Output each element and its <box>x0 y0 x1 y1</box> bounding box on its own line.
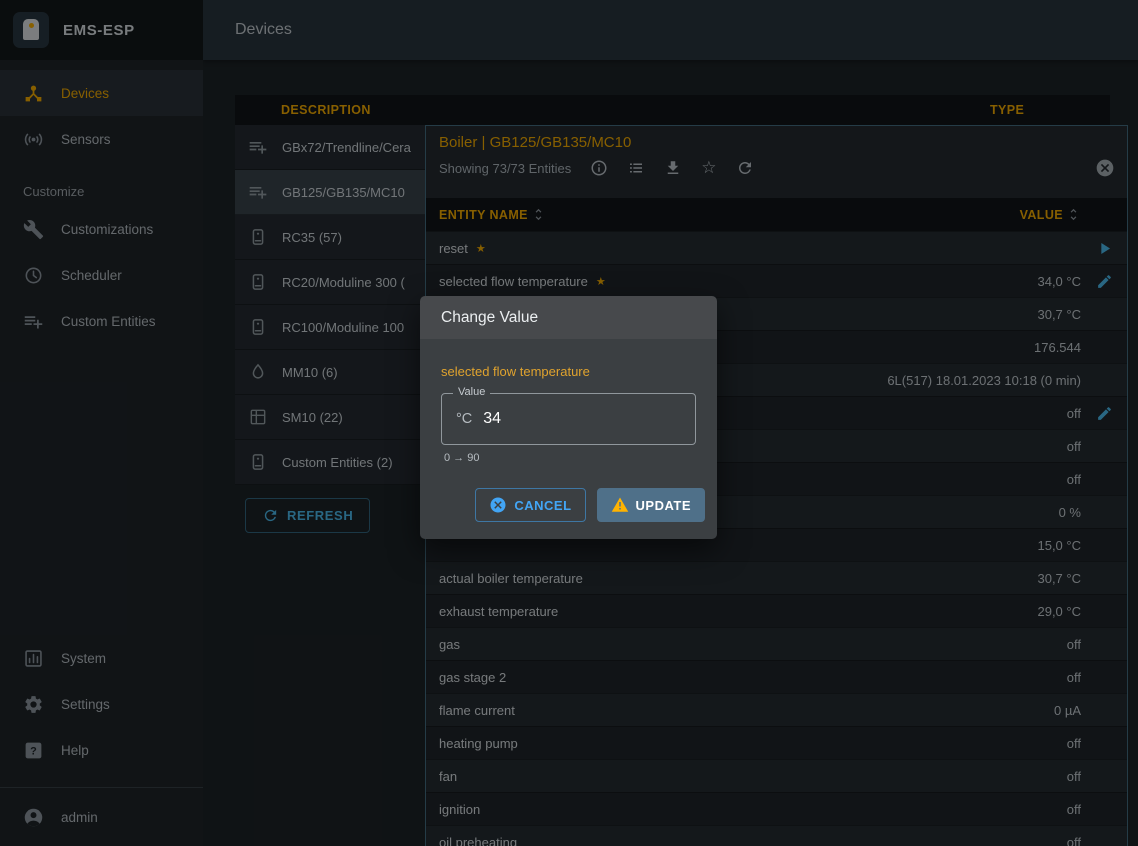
dialog-entity-label: selected flow temperature <box>441 364 696 379</box>
update-button-label: UPDATE <box>636 498 691 513</box>
dialog-title: Change Value <box>420 296 717 339</box>
value-input[interactable] <box>481 409 681 429</box>
dialog-body: selected flow temperature Value °C 0 → 9… <box>420 339 717 474</box>
update-button[interactable]: UPDATE <box>597 488 705 522</box>
cancel-button[interactable]: CANCEL <box>475 488 585 522</box>
dialog-actions: CANCEL UPDATE <box>420 474 717 539</box>
warning-triangle-icon <box>611 496 629 514</box>
change-value-dialog: Change Value selected flow temperature V… <box>420 296 717 539</box>
cancel-button-label: CANCEL <box>514 498 571 513</box>
value-unit-label: °C <box>456 411 472 427</box>
value-field-label: Value <box>453 386 490 398</box>
value-range-helper: 0 → 90 <box>444 452 696 464</box>
cancel-circle-icon <box>489 496 507 514</box>
value-field[interactable]: Value °C <box>441 393 696 445</box>
